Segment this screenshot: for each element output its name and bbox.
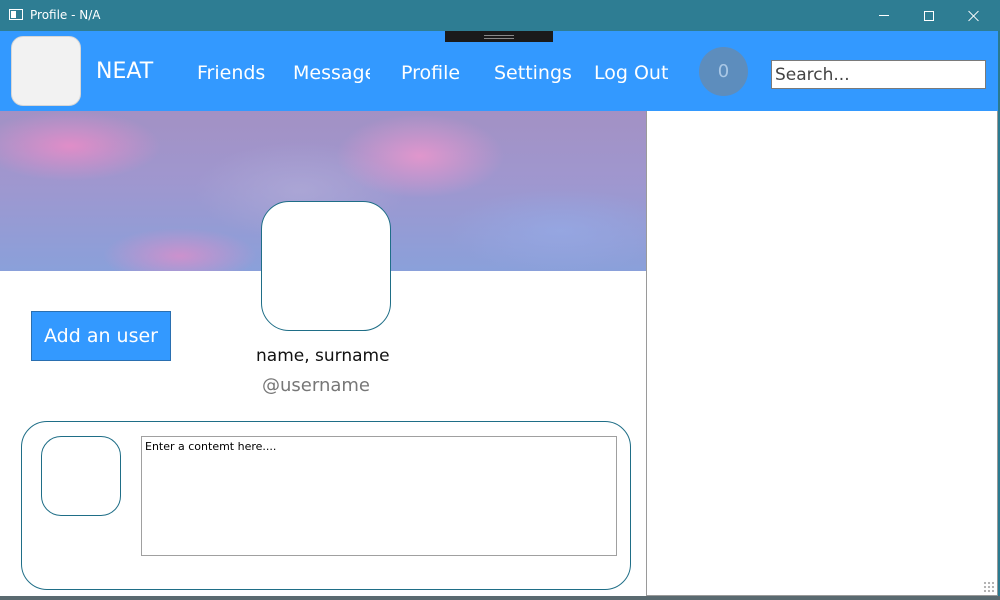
close-button[interactable] <box>951 0 997 31</box>
composer-avatar <box>41 436 121 516</box>
top-navbar: NEAT Friends Message Profile Settings Lo… <box>0 31 998 111</box>
profile-panel: Add an user name, surname @username <box>0 111 646 596</box>
app-client-area: NEAT Friends Message Profile Settings Lo… <box>0 31 998 596</box>
nav-message-link[interactable]: Message <box>293 61 370 85</box>
desktop-strip <box>0 596 1000 600</box>
post-composer <box>21 421 631 590</box>
drag-handle[interactable] <box>445 31 553 42</box>
search-input[interactable] <box>771 60 986 89</box>
side-panel <box>646 111 998 596</box>
minimize-button[interactable] <box>861 0 907 31</box>
title-bar[interactable]: Profile - N/A <box>0 0 1000 31</box>
nav-logout-link[interactable]: Log Out <box>594 61 668 85</box>
nav-profile-link[interactable]: Profile <box>401 61 460 85</box>
nav-settings-link[interactable]: Settings <box>494 61 572 85</box>
maximize-icon <box>924 10 934 21</box>
resize-grip[interactable] <box>983 581 995 593</box>
nav-friends-link[interactable]: Friends <box>197 61 265 85</box>
minimize-icon <box>879 15 889 16</box>
brand-name: NEAT <box>96 59 154 84</box>
close-icon <box>968 10 980 22</box>
notification-badge[interactable]: 0 <box>699 47 748 96</box>
post-content-input[interactable] <box>141 436 617 556</box>
app-window-icon <box>9 9 23 20</box>
maximize-button[interactable] <box>906 0 952 31</box>
app-logo[interactable] <box>11 36 81 106</box>
add-user-button[interactable]: Add an user <box>31 311 171 361</box>
window-title: Profile - N/A <box>30 8 101 22</box>
profile-full-name: name, surname <box>256 346 390 366</box>
profile-avatar[interactable] <box>261 201 391 331</box>
profile-username: @username <box>262 375 370 396</box>
